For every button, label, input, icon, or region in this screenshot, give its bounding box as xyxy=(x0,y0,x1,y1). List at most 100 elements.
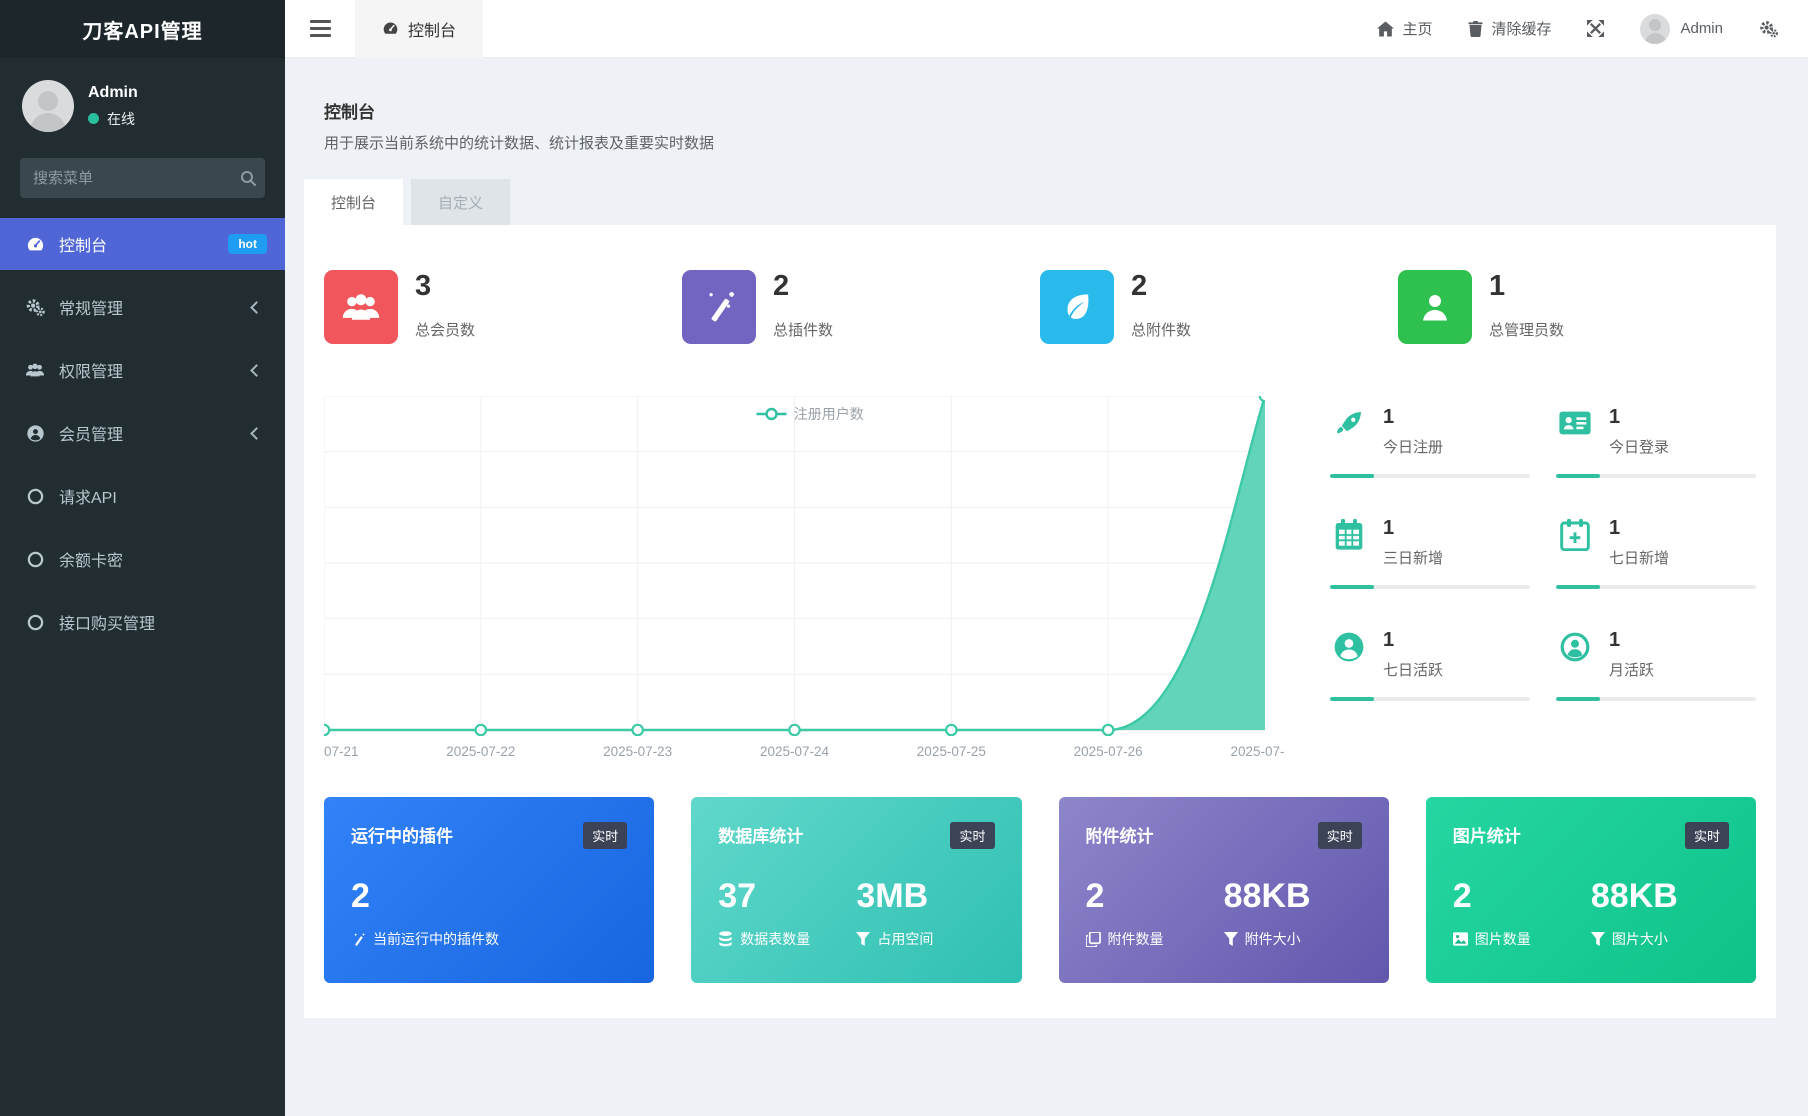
sidebar-item-label: 控制台 xyxy=(59,232,215,256)
card-title: 附件统计 xyxy=(1086,822,1154,847)
stat-label: 今日登录 xyxy=(1609,436,1669,457)
calendar-plus-icon xyxy=(1556,517,1594,568)
sidebar-search[interactable] xyxy=(20,158,265,198)
sidebar-item-label: 会员管理 xyxy=(59,421,239,445)
database-stats-card: 数据库统计 实时 37 数据表数量 3MB xyxy=(691,797,1021,983)
stat-value: 1 xyxy=(1383,406,1443,429)
metric-value: 2 xyxy=(1086,879,1224,913)
magic-wand-icon xyxy=(682,270,756,344)
trash-icon xyxy=(1468,21,1483,37)
search-icon[interactable] xyxy=(240,170,256,186)
realtime-badge: 实时 xyxy=(1685,822,1729,849)
stat-7day-new: 1 七日新增 xyxy=(1556,507,1756,618)
home-icon xyxy=(1377,21,1394,37)
x-tick-label: 2025-07-24 xyxy=(760,744,829,759)
user-circle-icon xyxy=(1330,629,1368,680)
stat-label: 七日新增 xyxy=(1609,547,1669,568)
stat-today-register: 1 今日注册 xyxy=(1330,396,1530,507)
sidebar-item-request-api[interactable]: 请求API xyxy=(0,470,285,522)
stat-7day-active: 1 七日活跃 xyxy=(1330,619,1530,730)
attachment-stats-card: 附件统计 实时 2 附件数量 88KB xyxy=(1059,797,1389,983)
sidebar-item-label: 请求API xyxy=(59,484,267,508)
x-tick-label: 2025-07-22 xyxy=(446,744,515,759)
chart-legend[interactable]: 注册用户数 xyxy=(757,404,864,424)
hot-badge: hot xyxy=(228,234,267,254)
sidebar-item-label: 余额卡密 xyxy=(59,547,267,571)
sidebar-item-balance-cards[interactable]: 余额卡密 xyxy=(0,533,285,585)
metric-value: 88KB xyxy=(1591,879,1729,913)
search-input[interactable] xyxy=(33,170,232,187)
sidebar-item-label: 权限管理 xyxy=(59,358,239,382)
settings-button[interactable] xyxy=(1759,19,1778,38)
metric-label: 图片大小 xyxy=(1612,929,1668,949)
metric-value: 88KB xyxy=(1224,879,1362,913)
app-title: 刀客API管理 xyxy=(0,0,285,58)
info-cards-row: 运行中的插件 实时 2 当前运行中的插件数 xyxy=(324,797,1756,983)
x-tick-label: 2025-07-25 xyxy=(917,744,986,759)
x-tick-label: 2025-07-26 xyxy=(1074,744,1143,759)
page-title: 控制台 xyxy=(324,98,1776,123)
realtime-badge: 实时 xyxy=(583,822,627,849)
user-menu[interactable]: Admin xyxy=(1640,14,1723,44)
topbar: 控制台 主页 清除缓存 Admin xyxy=(285,0,1808,58)
legend-label: 注册用户数 xyxy=(794,404,864,424)
fullscreen-button[interactable] xyxy=(1587,20,1604,37)
metric-label: 占用空间 xyxy=(877,929,933,949)
database-icon xyxy=(718,931,733,947)
sidebar-nav: 控制台 hot 常规管理 权限管理 会员管理 xyxy=(0,218,285,659)
tab-custom[interactable]: 自定义 xyxy=(411,179,510,225)
metric-label: 附件数量 xyxy=(1108,929,1164,949)
card-title: 图片统计 xyxy=(1453,822,1521,847)
filter-icon xyxy=(1224,932,1238,946)
clear-cache-button[interactable]: 清除缓存 xyxy=(1468,18,1551,39)
stat-today-login: 1 今日登录 xyxy=(1556,396,1756,507)
stat-label: 今日注册 xyxy=(1383,436,1443,457)
x-tick-label: 2025-07-21 xyxy=(324,744,359,759)
avatar xyxy=(1640,14,1670,44)
expand-icon xyxy=(1587,20,1604,37)
plugins-label: 总插件数 xyxy=(773,319,833,340)
summary-card-plugins: 2 总插件数 xyxy=(682,270,1040,344)
progress-bar xyxy=(1556,585,1756,589)
topbar-tab-dashboard[interactable]: 控制台 xyxy=(355,0,483,58)
summary-card-members: 3 总会员数 xyxy=(324,270,682,344)
admins-count: 1 xyxy=(1489,272,1564,301)
x-tick-label: 2025-07-23 xyxy=(603,744,672,759)
metric-label: 数据表数量 xyxy=(740,929,810,949)
attachments-label: 总附件数 xyxy=(1131,319,1191,340)
stat-3day-new: 1 三日新增 xyxy=(1330,507,1530,618)
filter-icon xyxy=(1591,932,1605,946)
id-card-icon xyxy=(1556,406,1594,457)
sidebar-item-members[interactable]: 会员管理 xyxy=(0,407,285,459)
user-panel: Admin 在线 xyxy=(0,58,285,142)
avatar xyxy=(22,80,74,132)
summary-card-admins: 1 总管理员数 xyxy=(1398,270,1756,344)
stat-value: 1 xyxy=(1383,629,1443,652)
admin-user-icon xyxy=(1398,270,1472,344)
stat-value: 1 xyxy=(1609,517,1669,540)
running-plugins-card: 运行中的插件 实时 2 当前运行中的插件数 xyxy=(324,797,654,983)
chart-x-axis: 2025-07-21 2025-07-22 2025-07-23 2025-07-24… xyxy=(324,736,1265,764)
sidebar-item-permissions[interactable]: 权限管理 xyxy=(0,344,285,396)
calendar-icon xyxy=(1330,517,1368,568)
content-tabs: 控制台 自定义 xyxy=(304,179,1776,225)
sidebar-item-dashboard[interactable]: 控制台 hot xyxy=(0,218,285,270)
circle-icon xyxy=(24,488,46,505)
sidebar-item-label: 常规管理 xyxy=(59,295,239,319)
progress-bar xyxy=(1556,474,1756,478)
topbar-tab-label: 控制台 xyxy=(408,17,456,41)
registered-users-chart: 注册用户数 2025-07-212025-07-222025-07-232025… xyxy=(324,396,1285,764)
sidebar-item-general[interactable]: 常规管理 xyxy=(0,281,285,333)
sidebar-toggle-button[interactable] xyxy=(285,0,355,58)
legend-marker-icon xyxy=(757,407,787,421)
stat-month-active: 1 月活跃 xyxy=(1556,619,1756,730)
tab-dashboard[interactable]: 控制台 xyxy=(304,179,403,225)
page-subtitle: 用于展示当前系统中的统计数据、统计报表及重要实时数据 xyxy=(324,132,1776,153)
metric-label: 当前运行中的插件数 xyxy=(373,929,499,949)
home-link[interactable]: 主页 xyxy=(1377,18,1432,39)
sidebar-item-api-purchase[interactable]: 接口购买管理 xyxy=(0,596,285,648)
gears-icon xyxy=(24,298,46,317)
x-tick-label: 2025-07-27 xyxy=(1230,744,1285,759)
stat-label: 月活跃 xyxy=(1609,659,1654,680)
circle-icon xyxy=(24,551,46,568)
